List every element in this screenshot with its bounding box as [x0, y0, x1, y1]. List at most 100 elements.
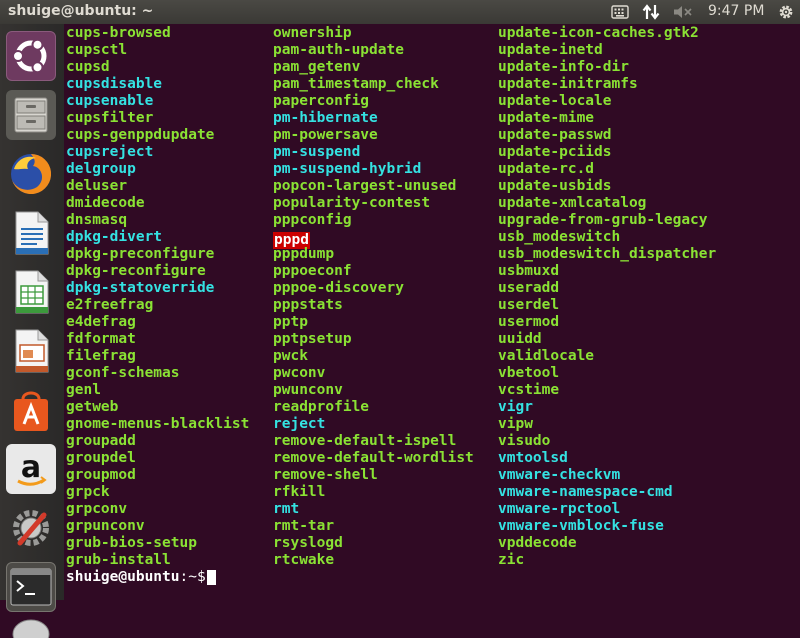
listing-row: pm-powersave	[273, 127, 474, 144]
file-entry: rfkill	[273, 484, 326, 500]
file-entry: vmtoolsd	[498, 450, 568, 466]
listing-row: remove-default-wordlist	[273, 450, 474, 467]
listing-row: update-locale	[498, 93, 716, 110]
volume-muted-icon[interactable]	[672, 3, 694, 21]
file-entry: pm-powersave	[273, 127, 378, 143]
listing-row: dmidecode	[66, 195, 249, 212]
file-entry: grub-install	[66, 552, 171, 568]
listing-row: rfkill	[273, 484, 474, 501]
file-entry: reject	[273, 416, 326, 432]
ubuntu-dash-icon[interactable]	[6, 31, 56, 81]
file-entry: dpkg-statoverride	[66, 280, 215, 296]
listing-row: grub-bios-setup	[66, 535, 249, 552]
terminal-window[interactable]: cups-browsed cupsctl cupsd cupsdisable cupse…	[64, 24, 800, 600]
listing-row: cups-genppdupdate	[66, 127, 249, 144]
listing-row: vpddecode	[498, 535, 716, 552]
file-entry: deluser	[66, 178, 128, 194]
libreoffice-writer-icon[interactable]	[6, 208, 56, 258]
power-gear-icon[interactable]	[776, 3, 796, 21]
file-entry: filefrag	[66, 348, 136, 364]
file-entry: update-mime	[498, 110, 595, 126]
listing-row: vmware-checkvm	[498, 467, 716, 484]
dvd-icon[interactable]	[6, 618, 56, 638]
file-entry: vmware-checkvm	[498, 467, 621, 483]
listing-row: fdformat	[66, 331, 249, 348]
libreoffice-impress-icon[interactable]	[6, 326, 56, 376]
listing-row: grpconv	[66, 501, 249, 518]
file-entry: pppoe-discovery	[273, 280, 404, 296]
file-entry: popcon-largest-unused	[273, 178, 457, 194]
listing-row: uuidd	[498, 331, 716, 348]
listing-row: upgrade-from-grub-legacy	[498, 212, 716, 229]
file-entry: pptp	[273, 314, 308, 330]
file-entry: vcstime	[498, 382, 560, 398]
file-entry: vbetool	[498, 365, 560, 381]
terminal-icon[interactable]	[6, 562, 56, 612]
listing-row: gconf-schemas	[66, 365, 249, 382]
listing-row: zic	[498, 552, 716, 569]
file-entry: dnsmasq	[66, 212, 128, 228]
file-entry: usbmuxd	[498, 263, 560, 279]
file-entry: rsyslogd	[273, 535, 343, 551]
firefox-icon[interactable]	[6, 149, 56, 199]
listing-row: grpunconv	[66, 518, 249, 535]
listing-row: dpkg-divert	[66, 229, 249, 246]
files-icon[interactable]	[6, 90, 56, 140]
listing-row: deluser	[66, 178, 249, 195]
listing-row: remove-shell	[273, 467, 474, 484]
listing-row: rsyslogd	[273, 535, 474, 552]
listing-row: pm-suspend	[273, 144, 474, 161]
ubuntu-software-icon[interactable]	[6, 385, 56, 435]
listing-row: pppdump	[273, 246, 474, 263]
file-entry: groupadd	[66, 433, 136, 449]
prompt-user-host: shuige@ubuntu	[66, 569, 180, 585]
listing-row: pwck	[273, 348, 474, 365]
listing-row: cupsctl	[66, 42, 249, 59]
shell-prompt[interactable]: shuige@ubuntu:~$	[66, 569, 216, 586]
listing-row: genl	[66, 382, 249, 399]
file-entry: update-icon-caches.gtk2	[498, 25, 699, 41]
file-entry: update-locale	[498, 93, 612, 109]
listing-row: cupsfilter	[66, 110, 249, 127]
file-entry: pam_timestamp_check	[273, 76, 439, 92]
file-entry: e4defrag	[66, 314, 136, 330]
listing-row: usb_modeswitch_dispatcher	[498, 246, 716, 263]
network-transfer-icon[interactable]	[641, 3, 661, 21]
file-entry: vmware-vmblock-fuse	[498, 518, 664, 534]
listing-row: pppconfig	[273, 212, 474, 229]
file-entry: remove-default-ispell	[273, 433, 457, 449]
listing-row: rmt-tar	[273, 518, 474, 535]
file-entry: pppdump	[273, 246, 335, 262]
file-entry: vpddecode	[498, 535, 577, 551]
listing-row: pam-auth-update	[273, 42, 474, 59]
listing-row: cupsdisable	[66, 76, 249, 93]
file-entry: cups-browsed	[66, 25, 171, 41]
file-entry: gconf-schemas	[66, 365, 180, 381]
file-entry: vigr	[498, 399, 533, 415]
file-entry: cupsreject	[66, 144, 154, 160]
file-entry: groupdel	[66, 450, 136, 466]
listing-row: ownership	[273, 25, 474, 42]
file-entry: genl	[66, 382, 101, 398]
listing-row: pwunconv	[273, 382, 474, 399]
listing-row: vmware-vmblock-fuse	[498, 518, 716, 535]
listing-column: ownership pam-auth-update pam_getenv pam_ti…	[273, 25, 474, 569]
keyboard-icon[interactable]	[610, 3, 630, 21]
listing-row: filefrag	[66, 348, 249, 365]
system-settings-icon[interactable]	[6, 503, 56, 553]
listing-row: pm-hibernate	[273, 110, 474, 127]
file-entry: rmt-tar	[273, 518, 335, 534]
listing-row: paperconfig	[273, 93, 474, 110]
file-entry: pppstats	[273, 297, 343, 313]
listing-row: e2freefrag	[66, 297, 249, 314]
listing-row: popcon-largest-unused	[273, 178, 474, 195]
amazon-icon[interactable]: a	[6, 444, 56, 494]
listing-row: validlocale	[498, 348, 716, 365]
file-entry: pwck	[273, 348, 308, 364]
file-entry: rmt	[273, 501, 300, 517]
listing-row: pptpsetup	[273, 331, 474, 348]
listing-row: update-initramfs	[498, 76, 716, 93]
libreoffice-calc-icon[interactable]	[6, 267, 56, 317]
listing-row: grub-install	[66, 552, 249, 569]
clock[interactable]: 9:47 PM	[708, 3, 764, 19]
